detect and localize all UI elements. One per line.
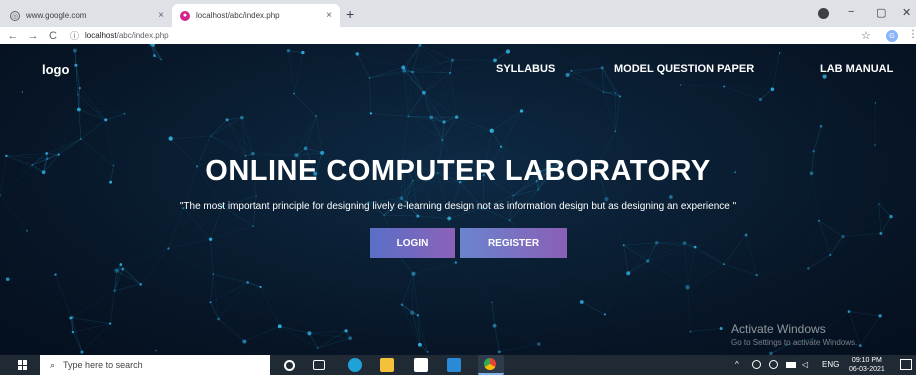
nav-lab-manual[interactable]: LAB MANUAL (820, 63, 893, 75)
page-title: ONLINE COMPUTER LABORATORY (205, 155, 711, 187)
register-button[interactable]: REGISTER (460, 228, 567, 258)
tab-title: localhost/abc/index.php (196, 11, 280, 20)
extension-icon[interactable] (818, 8, 829, 19)
back-button[interactable]: ← (6, 30, 20, 42)
minimize-button[interactable]: − (848, 6, 854, 18)
php-favicon-icon: ● (180, 10, 190, 21)
taskbar-search-input[interactable]: ⌕ Type here to search (40, 355, 270, 375)
forward-button[interactable]: → (26, 30, 40, 42)
nav-syllabus[interactable]: SYLLABUS (496, 63, 555, 75)
address-bar[interactable]: ⓘ localhost/abc/index.php (70, 29, 169, 42)
edge-icon[interactable] (348, 358, 362, 372)
task-view-icon[interactable] (313, 360, 325, 370)
cortana-icon[interactable] (284, 360, 295, 371)
activate-windows-subtitle: Go to Settings to activate Windows. (731, 338, 858, 347)
chrome-taskbar-button[interactable] (478, 355, 504, 375)
notification-icon[interactable] (900, 359, 912, 370)
chrome-icon (484, 358, 496, 370)
network-background (0, 44, 893, 355)
clock-time: 09:10 PM (851, 357, 882, 364)
language-indicator[interactable]: ENG (822, 360, 839, 369)
browser-tab-strip: ◎ www.google.com × ● localhost/abc/index… (0, 0, 916, 27)
bookmark-star-icon[interactable]: ☆ (861, 29, 871, 42)
windows-taskbar: ⌕ Type here to search ^ ◁ ENG 09:10 PM 0… (0, 355, 916, 375)
activate-windows-title: Activate Windows (731, 322, 826, 336)
tab-title: www.google.com (26, 11, 87, 20)
globe-icon: ◎ (10, 10, 20, 21)
close-tab-icon[interactable]: × (326, 10, 332, 21)
login-button[interactable]: LOGIN (370, 228, 455, 258)
close-tab-icon[interactable]: × (158, 10, 164, 21)
volume-icon[interactable]: ◁ (802, 360, 808, 369)
mail-icon[interactable] (447, 358, 461, 372)
browser-toolbar: ← → C ⓘ localhost/abc/index.php (0, 27, 916, 44)
tab-google[interactable]: ◎ www.google.com × (2, 4, 172, 27)
clock-date: 06-03-2021 (849, 366, 885, 373)
search-placeholder: Type here to search (63, 360, 143, 370)
url-host: localhost (85, 31, 117, 40)
tab-localhost[interactable]: ● localhost/abc/index.php × (172, 4, 340, 27)
reload-button[interactable]: C (46, 30, 60, 42)
url-path: /abc/index.php (116, 31, 169, 40)
windows-start-icon[interactable] (18, 360, 28, 370)
close-window-button[interactable]: ✕ (902, 6, 911, 19)
maximize-button[interactable]: ▢ (876, 6, 886, 19)
profile-avatar[interactable]: G (886, 30, 898, 42)
site-info-icon[interactable]: ⓘ (70, 29, 79, 42)
search-icon: ⌕ (50, 359, 56, 370)
browser-menu-icon[interactable]: ⋮ (908, 29, 916, 40)
hero-quote: "The most important principle for design… (179, 201, 737, 212)
store-icon[interactable] (414, 358, 428, 372)
new-tab-button[interactable]: + (346, 6, 354, 22)
tray-chevron-icon[interactable]: ^ (735, 360, 739, 369)
file-explorer-icon[interactable] (380, 358, 394, 372)
battery-icon[interactable] (786, 362, 796, 368)
taskbar-clock[interactable]: 09:10 PM 06-03-2021 (849, 356, 885, 374)
network-icon[interactable] (752, 360, 761, 369)
landing-page: logo SYLLABUS MODEL QUESTION PAPER LAB M… (0, 44, 916, 355)
site-logo[interactable]: logo (42, 62, 69, 77)
globe-tray-icon[interactable] (769, 360, 778, 369)
nav-model-question-paper[interactable]: MODEL QUESTION PAPER (614, 63, 754, 75)
